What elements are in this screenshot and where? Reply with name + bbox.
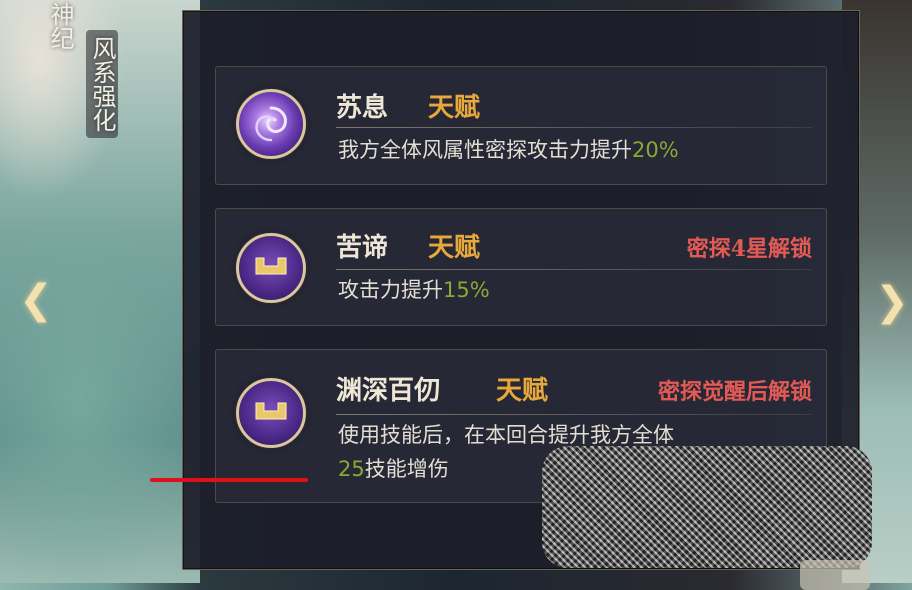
skill-description: 我方全体风属性密探攻击力提升20% xyxy=(338,138,679,162)
skill-name: 渊深百仞 xyxy=(336,376,441,406)
corner-button[interactable] xyxy=(800,560,870,590)
redacted-watermark xyxy=(542,446,872,568)
unlock-condition: 密探觉醒后解锁 xyxy=(657,379,812,405)
lock-icon xyxy=(236,378,306,448)
divider xyxy=(336,127,812,128)
skill-card-suxi[interactable]: 苏息 天赋 我方全体风属性密探攻击力提升20% xyxy=(215,66,827,185)
swirl-icon xyxy=(236,89,306,159)
side-tag-shenji: 神纪 xyxy=(46,2,74,50)
skill-type: 天赋 xyxy=(428,93,481,123)
skill-value: 15% xyxy=(443,278,490,302)
prev-arrow-icon[interactable]: ❮ xyxy=(16,280,56,320)
side-tag-wind-boost[interactable]: 风系强化 xyxy=(86,30,118,138)
skill-type: 天赋 xyxy=(496,376,549,406)
divider xyxy=(336,269,812,270)
divider xyxy=(336,414,812,415)
next-arrow-icon[interactable]: ❯ xyxy=(872,282,912,322)
skill-value: 25 xyxy=(338,457,365,481)
skill-description: 攻击力提升15% xyxy=(338,278,490,302)
red-underline xyxy=(150,478,308,482)
skill-name: 苏息 xyxy=(336,93,389,123)
skill-value: 20% xyxy=(632,138,679,162)
skill-card-kudi[interactable]: 苦谛 天赋 密探4星解锁 攻击力提升15% xyxy=(215,208,827,326)
unlock-condition: 密探4星解锁 xyxy=(686,236,812,262)
skill-type: 天赋 xyxy=(428,233,481,263)
lock-icon xyxy=(236,233,306,303)
skill-name: 苦谛 xyxy=(336,233,389,263)
